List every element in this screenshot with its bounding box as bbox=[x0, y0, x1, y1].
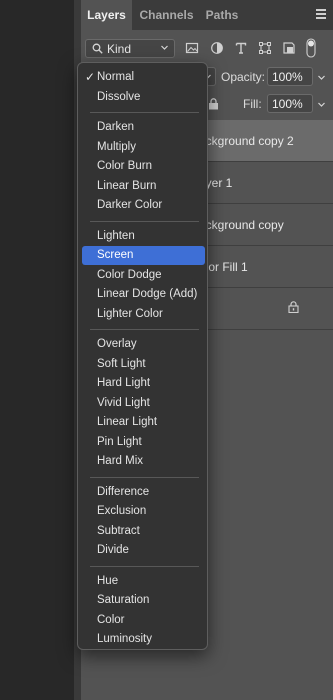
fill-value: 100% bbox=[272, 97, 303, 111]
blend-mode-menu: ✓ Normal Dissolve Darken Multiply Color Burn L… bbox=[77, 62, 208, 650]
tab-layers[interactable]: Layers bbox=[81, 0, 132, 30]
blend-mode-label: Subtract bbox=[97, 524, 140, 537]
blend-mode-item-overlay[interactable]: Overlay bbox=[82, 335, 205, 354]
blend-mode-label: Luminosity bbox=[97, 633, 152, 645]
kind-filter-label: Kind bbox=[107, 42, 132, 56]
blend-mode-item-hard-light[interactable]: Hard Light bbox=[82, 374, 205, 393]
chevron-down-icon bbox=[161, 45, 168, 50]
blend-mode-label: Linear Light bbox=[97, 416, 158, 428]
blend-mode-label: Overlay bbox=[97, 338, 137, 350]
blend-mode-item-divide[interactable]: Divide bbox=[82, 541, 205, 560]
menu-separator bbox=[90, 329, 199, 330]
blend-mode-label: Normal bbox=[97, 71, 135, 83]
document-canvas[interactable] bbox=[0, 0, 81, 700]
blend-mode-item-subtract[interactable]: Subtract bbox=[82, 522, 205, 541]
menu-separator bbox=[90, 112, 199, 113]
blend-mode-label: Color Dodge bbox=[97, 268, 162, 281]
blend-mode-item-screen[interactable]: Screen bbox=[82, 246, 205, 265]
checkmark-icon: ✓ bbox=[85, 70, 96, 84]
shape-layer-filter-icon[interactable] bbox=[258, 41, 272, 55]
blend-mode-label: Darker Color bbox=[97, 199, 163, 211]
blend-mode-label: Dissolve bbox=[97, 90, 141, 103]
blend-mode-item-pin-light[interactable]: Pin Light bbox=[82, 433, 205, 452]
fill-label: Fill: bbox=[243, 97, 262, 111]
layer-name: ackground copy bbox=[199, 218, 284, 232]
blend-mode-item-lighten[interactable]: Lighten bbox=[82, 227, 205, 246]
search-icon bbox=[92, 43, 103, 54]
blend-mode-label: Lighten bbox=[97, 229, 135, 242]
panel-tab-bar: Layers Channels Paths bbox=[81, 0, 333, 30]
layer-filter-row: Kind bbox=[81, 30, 333, 66]
blend-mode-label: Color bbox=[97, 613, 125, 626]
tab-channels[interactable]: Channels bbox=[132, 0, 201, 30]
opacity-label: Opacity: bbox=[221, 70, 266, 84]
blend-mode-item-hard-mix[interactable]: Hard Mix bbox=[82, 452, 205, 471]
blend-mode-item-linear-dodge-add[interactable]: Linear Dodge (Add) bbox=[82, 285, 205, 304]
blend-mode-label: Difference bbox=[97, 485, 150, 498]
blend-mode-label: Linear Dodge (Add) bbox=[97, 288, 198, 300]
blend-mode-item-color[interactable]: Color bbox=[82, 611, 205, 630]
blend-mode-label: Vivid Light bbox=[97, 396, 150, 409]
adjustment-layer-filter-icon[interactable] bbox=[210, 41, 224, 55]
blend-mode-item-color-burn[interactable]: Color Burn bbox=[82, 157, 205, 176]
blend-mode-label: Hue bbox=[97, 574, 119, 587]
blend-mode-item-soft-light[interactable]: Soft Light bbox=[82, 355, 205, 374]
blend-mode-label: Hard Mix bbox=[97, 455, 144, 467]
chevron-down-icon[interactable] bbox=[317, 73, 326, 82]
blend-mode-item-luminosity[interactable]: Luminosity bbox=[82, 630, 205, 649]
blend-mode-item-hue[interactable]: Hue bbox=[82, 572, 205, 591]
filter-toggle-icon[interactable] bbox=[306, 38, 316, 58]
opacity-value: 100% bbox=[272, 70, 303, 84]
blend-mode-label: Divide bbox=[97, 544, 129, 556]
tab-paths[interactable]: Paths bbox=[201, 0, 243, 30]
menu-separator bbox=[90, 476, 199, 478]
blend-mode-label: Linear Burn bbox=[97, 179, 157, 192]
chevron-down-icon[interactable] bbox=[317, 100, 326, 109]
lock-icon bbox=[288, 301, 299, 313]
menu-separator bbox=[90, 220, 199, 222]
blend-mode-label: Saturation bbox=[97, 594, 150, 606]
blend-mode-label: Soft Light bbox=[97, 357, 146, 370]
blend-mode-item-darken[interactable]: Darken bbox=[82, 118, 205, 137]
fill-input[interactable]: 100% bbox=[267, 94, 313, 113]
blend-mode-item-color-dodge[interactable]: Color Dodge bbox=[82, 266, 205, 285]
blend-mode-label: Multiply bbox=[97, 140, 136, 153]
kind-filter-select[interactable]: Kind bbox=[85, 39, 175, 58]
blend-mode-item-exclusion[interactable]: Exclusion bbox=[82, 502, 205, 521]
smart-object-filter-icon[interactable] bbox=[282, 41, 296, 55]
blend-mode-label: Lighter Color bbox=[97, 307, 163, 320]
blend-mode-item-difference[interactable]: Difference bbox=[82, 483, 205, 502]
blend-mode-label: Pin Light bbox=[97, 435, 142, 448]
type-layer-filter-icon[interactable] bbox=[234, 41, 248, 55]
blend-mode-item-saturation[interactable]: Saturation bbox=[82, 591, 205, 610]
blend-mode-item-linear-light[interactable]: Linear Light bbox=[82, 413, 205, 432]
blend-mode-item-dissolve[interactable]: Dissolve bbox=[82, 88, 205, 107]
blend-mode-label: Color Burn bbox=[97, 160, 152, 172]
blend-mode-item-multiply[interactable]: Multiply bbox=[82, 138, 205, 157]
blend-mode-item-linear-burn[interactable]: Linear Burn bbox=[82, 177, 205, 196]
pixel-layer-filter-icon[interactable] bbox=[185, 41, 199, 55]
blend-mode-item-vivid-light[interactable]: Vivid Light bbox=[82, 394, 205, 413]
lock-all-icon[interactable] bbox=[208, 98, 219, 110]
blend-mode-label: Darken bbox=[97, 121, 135, 133]
blend-mode-label: Screen bbox=[97, 249, 134, 261]
blend-mode-label: Exclusion bbox=[97, 505, 147, 517]
blend-mode-item-darker-color[interactable]: Darker Color bbox=[82, 196, 205, 215]
menu-separator bbox=[90, 565, 199, 567]
opacity-input[interactable]: 100% bbox=[267, 67, 313, 86]
blend-mode-item-normal[interactable]: ✓ Normal bbox=[82, 68, 205, 87]
layer-name: ackground copy 2 bbox=[199, 134, 294, 148]
blend-mode-label: Hard Light bbox=[97, 377, 151, 389]
hamburger-menu-icon[interactable] bbox=[316, 9, 326, 21]
blend-mode-item-lighter-color[interactable]: Lighter Color bbox=[82, 305, 205, 324]
